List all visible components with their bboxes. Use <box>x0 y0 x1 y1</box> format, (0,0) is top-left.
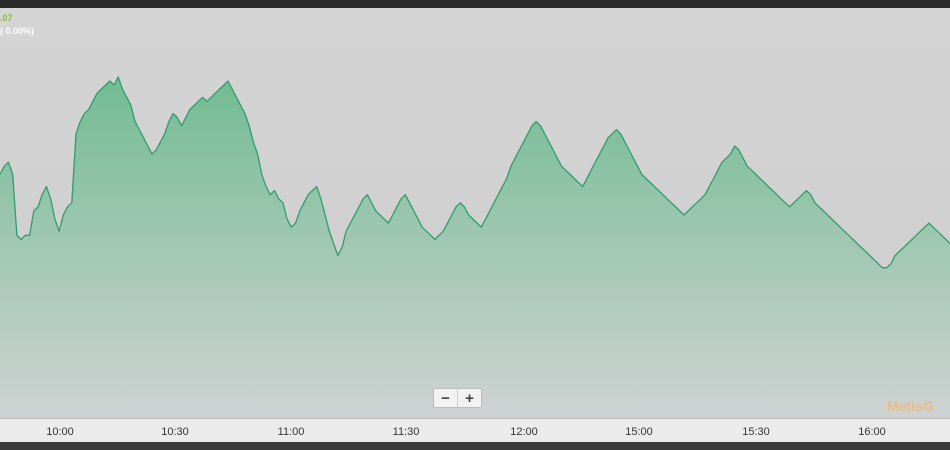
zoom-controls: − + <box>433 388 482 408</box>
price-change: ( 0.00%) <box>0 26 35 36</box>
x-tick-label: 10:00 <box>46 426 74 438</box>
x-tick-label: 11:00 <box>277 426 305 438</box>
x-tick-label: 16:00 <box>858 426 886 438</box>
x-tick-label: 12:00 <box>510 426 538 438</box>
x-axis: 10:00 10:30 11:00 11:30 12:00 15:00 15:30 16:00 <box>0 418 950 443</box>
watermark: MetisG <box>887 398 934 414</box>
price-readout: .07 ( 0.00%) <box>0 12 34 38</box>
zoom-out-button[interactable]: − <box>434 389 457 407</box>
x-tick-label: 11:30 <box>392 426 420 438</box>
x-tick-label: 15:30 <box>742 426 770 438</box>
x-tick-label: 15:00 <box>625 426 653 438</box>
x-tick-label: 10:30 <box>161 426 189 438</box>
series-area <box>0 77 950 418</box>
zoom-in-button[interactable]: + <box>457 389 481 407</box>
price-value: .07 <box>0 13 13 23</box>
bottom-bar <box>0 442 950 450</box>
chart-frame: .07 ( 0.00%) − + MetisG 10:00 10:30 11:00 1… <box>0 0 950 450</box>
chart-svg <box>0 76 950 418</box>
